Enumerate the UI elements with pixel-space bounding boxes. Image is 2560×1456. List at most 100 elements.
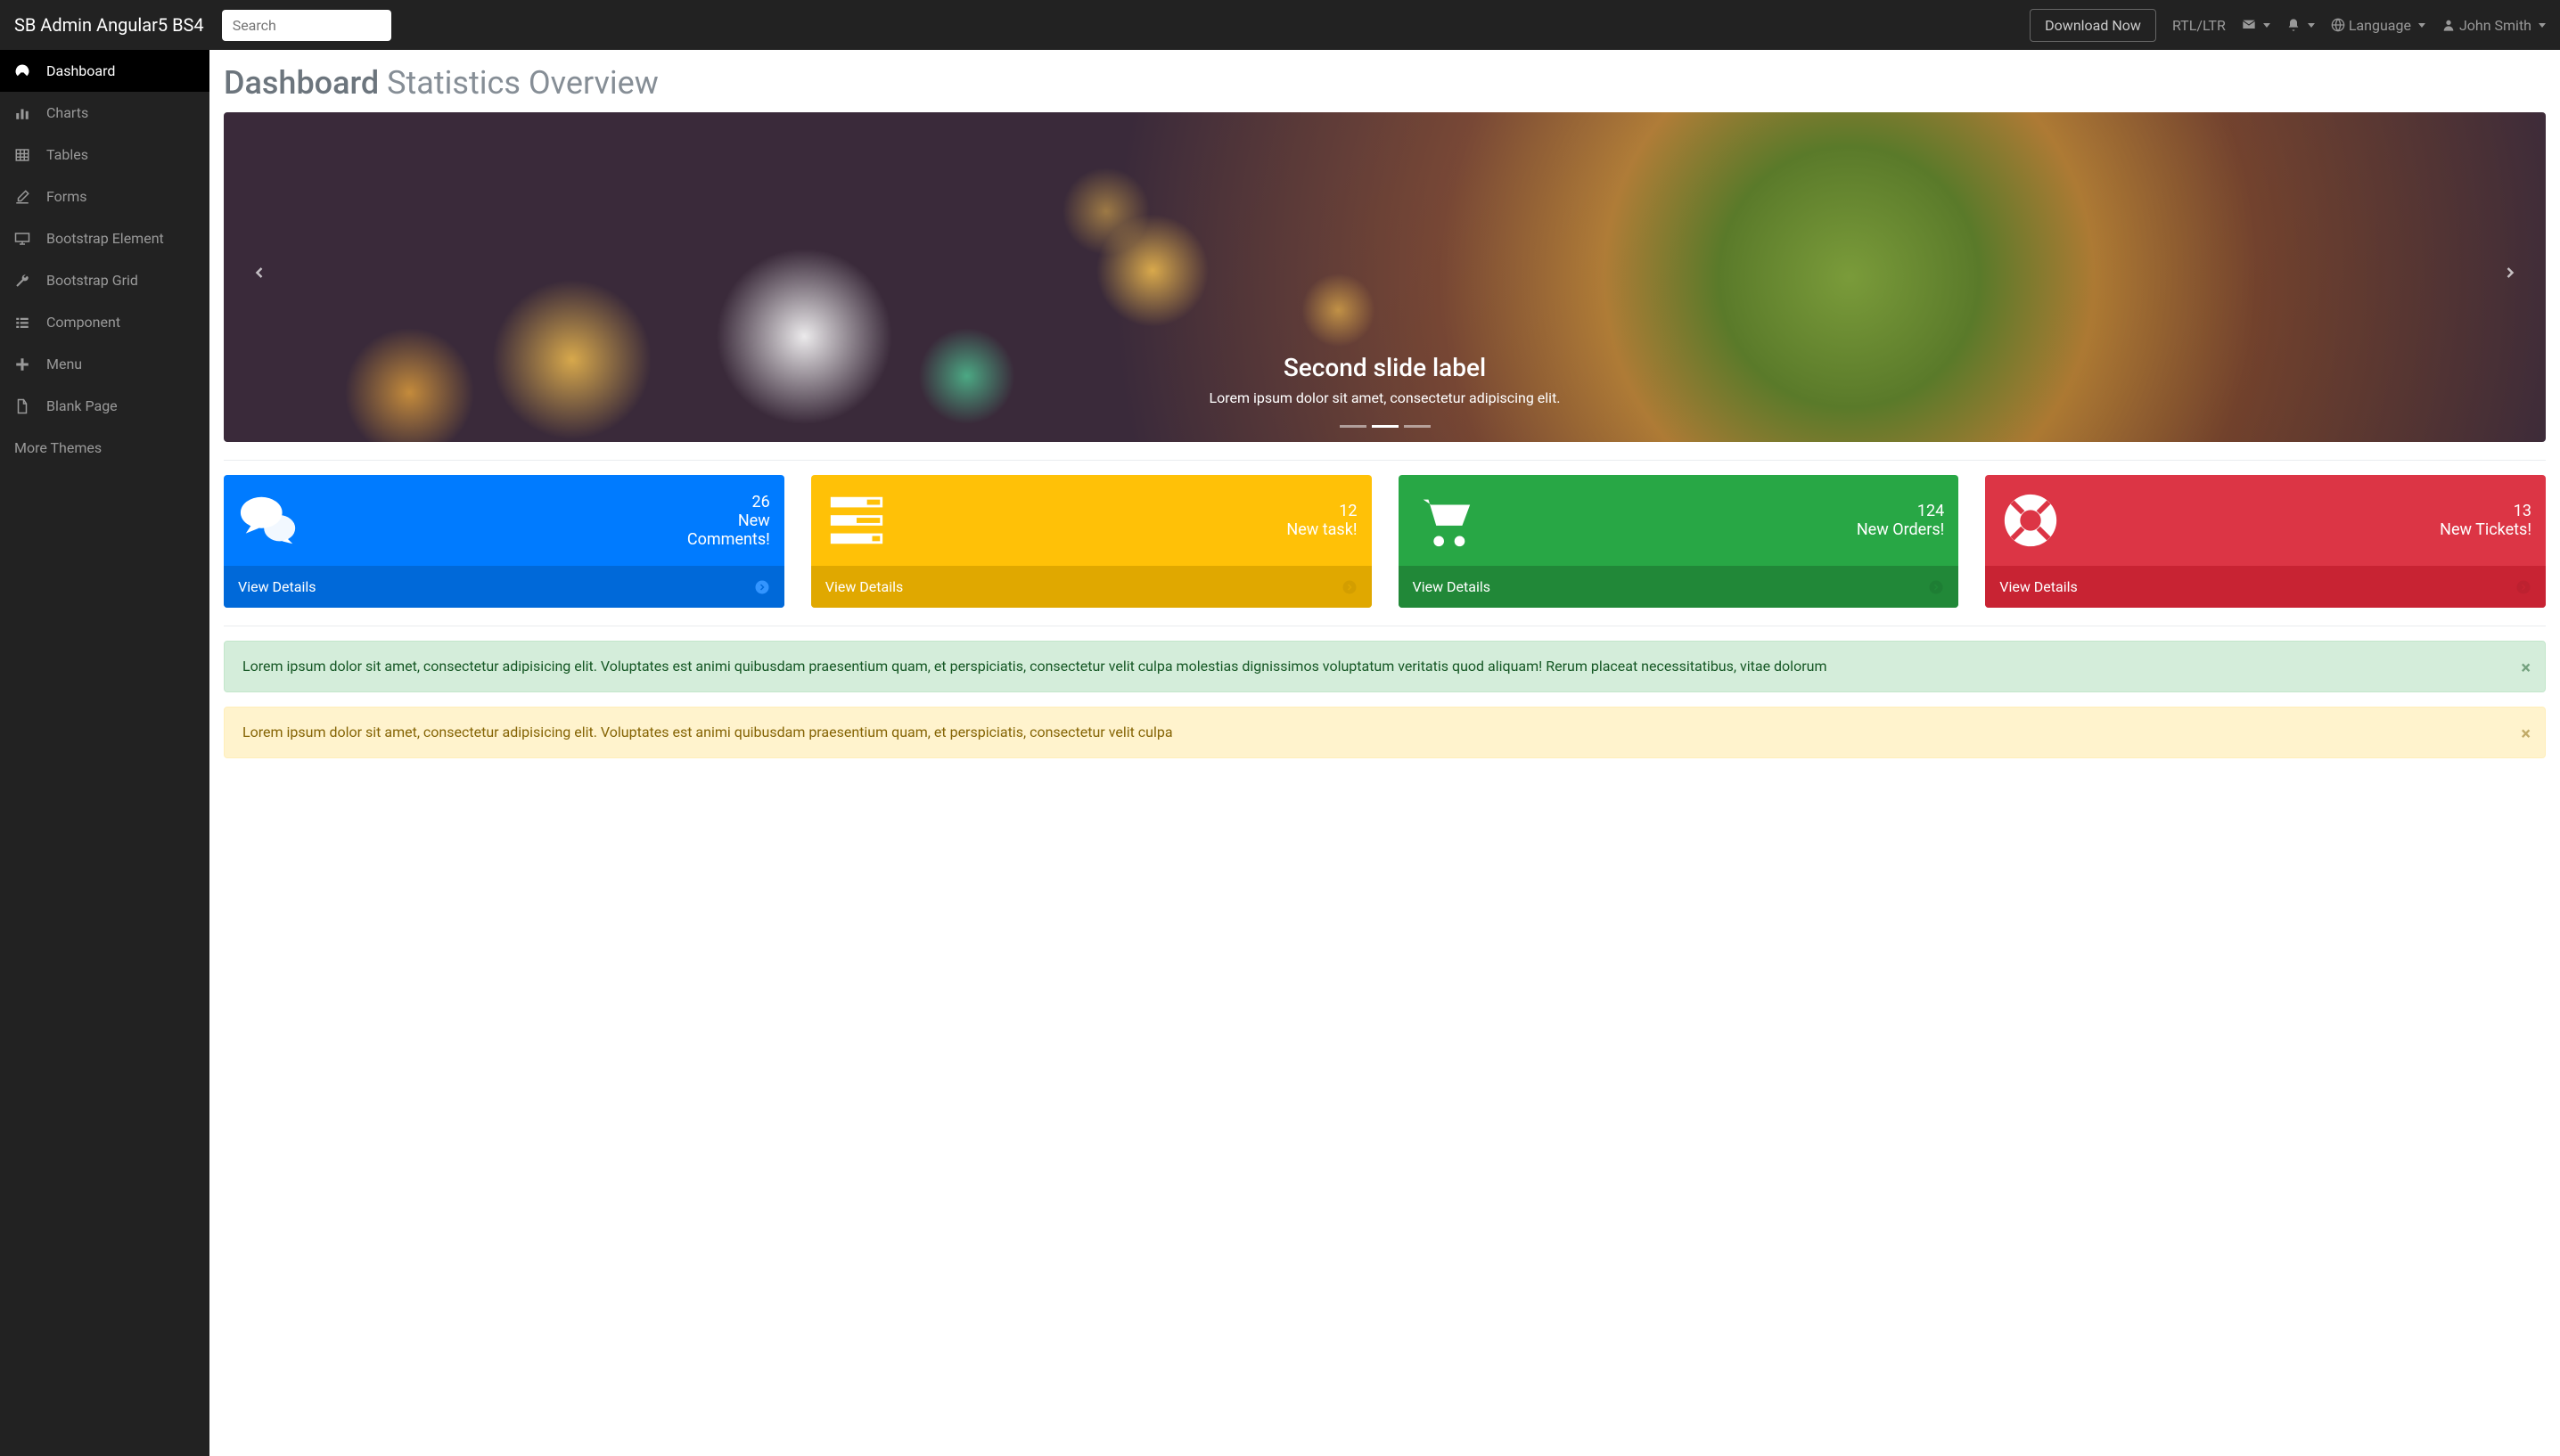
wrench-icon (14, 273, 30, 289)
stat-footer-link[interactable]: View Details (811, 566, 1372, 608)
shopping-cart-icon (1413, 489, 1475, 552)
sidebar-item-charts[interactable]: Charts (0, 92, 209, 134)
stat-text: 12 New task! (1286, 502, 1357, 539)
sidebar-label: Blank Page (46, 397, 118, 414)
plus-icon (14, 356, 30, 372)
layout: Dashboard Charts Tables Forms Bootstrap … (0, 50, 2560, 1456)
caret-icon (2539, 23, 2546, 28)
sidebar-label: Forms (46, 188, 87, 205)
page-title-main: Dashboard (224, 64, 379, 102)
stat-number: 26 (687, 493, 770, 511)
carousel-indicator-1[interactable] (1340, 425, 1366, 428)
chevron-right-icon (2501, 264, 2519, 282)
stat-number: 13 (2440, 502, 2531, 520)
sidebar-item-blank-page[interactable]: Blank Page (0, 385, 209, 427)
carousel-caption: Second slide label Lorem ipsum dolor sit… (1209, 353, 1560, 442)
sidebar-label: Dashboard (46, 62, 115, 79)
sidebar-more-themes[interactable]: More Themes (0, 427, 209, 469)
user-icon (2441, 18, 2456, 32)
arrow-circle-right-icon (1928, 579, 1944, 595)
caret-icon (2263, 23, 2270, 28)
sidebar: Dashboard Charts Tables Forms Bootstrap … (0, 50, 209, 1456)
alert-text: Lorem ipsum dolor sit amet, consectetur … (242, 658, 1826, 675)
sidebar-label: Menu (46, 356, 82, 372)
envelope-icon (2242, 18, 2256, 32)
stat-label: New Orders! (1857, 520, 1944, 539)
bar-chart-icon (14, 105, 30, 121)
list-icon (14, 315, 30, 331)
stat-body: 13 New Tickets! (1985, 475, 2546, 566)
alert-text: Lorem ipsum dolor sit amet, consectetur … (242, 724, 1173, 740)
sidebar-item-tables[interactable]: Tables (0, 134, 209, 176)
chevron-left-icon (250, 264, 268, 282)
stat-body: 26 New Comments! (224, 475, 784, 566)
sidebar-item-bootstrap-element[interactable]: Bootstrap Element (0, 217, 209, 259)
carousel-title: Second slide label (1209, 353, 1560, 382)
caret-icon (2418, 23, 2425, 28)
stat-number: 12 (1286, 502, 1357, 520)
language-label: Language (2349, 17, 2411, 34)
edit-icon (14, 189, 30, 205)
stat-text: 13 New Tickets! (2440, 502, 2531, 539)
file-icon (14, 398, 30, 414)
carousel-indicator-2[interactable] (1372, 425, 1399, 428)
stat-number: 124 (1857, 502, 1944, 520)
sidebar-label: Charts (46, 104, 88, 121)
view-details-label: View Details (1999, 578, 2078, 595)
topbar: SB Admin Angular5 BS4 Download Now RTL/L… (0, 0, 2560, 50)
stat-card-orders: 124 New Orders! View Details (1399, 475, 1959, 608)
search-input[interactable] (222, 10, 391, 41)
alert-close-button[interactable]: × (2521, 720, 2531, 747)
comments-icon (238, 489, 300, 552)
mail-dropdown[interactable] (2242, 18, 2270, 32)
caret-icon (2308, 23, 2315, 28)
divider (224, 460, 2546, 461)
sidebar-label: Tables (46, 146, 88, 163)
arrow-circle-right-icon (754, 579, 770, 595)
sidebar-label: Component (46, 314, 120, 331)
stat-footer-link[interactable]: View Details (1399, 566, 1959, 608)
carousel-indicator-3[interactable] (1404, 425, 1431, 428)
topbar-right: Download Now RTL/LTR Language John Smith (2030, 9, 2546, 42)
sidebar-item-forms[interactable]: Forms (0, 176, 209, 217)
sidebar-label: Bootstrap Grid (46, 272, 138, 289)
carousel: Second slide label Lorem ipsum dolor sit… (224, 112, 2546, 442)
brand[interactable]: SB Admin Angular5 BS4 (14, 14, 204, 36)
alert-close-button[interactable]: × (2521, 654, 2531, 681)
carousel-prev-button[interactable] (250, 264, 268, 290)
arrow-circle-right-icon (1342, 579, 1358, 595)
notifications-dropdown[interactable] (2286, 18, 2315, 32)
stat-label: New task! (1286, 520, 1357, 539)
stat-label: New (687, 511, 770, 530)
user-dropdown[interactable]: John Smith (2441, 17, 2546, 34)
download-button[interactable]: Download Now (2030, 9, 2156, 42)
view-details-label: View Details (1413, 578, 1491, 595)
stat-card-tasks: 12 New task! View Details (811, 475, 1372, 608)
table-icon (14, 147, 30, 163)
desktop-icon (14, 231, 30, 247)
dashboard-icon (14, 63, 30, 79)
arrow-circle-right-icon (2515, 579, 2531, 595)
stat-footer-link[interactable]: View Details (224, 566, 784, 608)
sidebar-item-bootstrap-grid[interactable]: Bootstrap Grid (0, 259, 209, 301)
stat-text: 124 New Orders! (1857, 502, 1944, 539)
alert-warning: Lorem ipsum dolor sit amet, consectetur … (224, 707, 2546, 758)
life-ring-icon (1999, 489, 2062, 552)
sidebar-label: Bootstrap Element (46, 230, 164, 247)
page-subtitle: Statistics Overview (387, 64, 659, 102)
view-details-label: View Details (238, 578, 316, 595)
view-details-label: View Details (825, 578, 904, 595)
stat-card-tickets: 13 New Tickets! View Details (1985, 475, 2546, 608)
carousel-indicators (1340, 425, 1431, 428)
sidebar-item-menu[interactable]: Menu (0, 343, 209, 385)
main-content: Dashboard Statistics Overview Second sli… (209, 50, 2560, 1456)
carousel-next-button[interactable] (2501, 264, 2519, 290)
carousel-text: Lorem ipsum dolor sit amet, consectetur … (1209, 389, 1560, 406)
sidebar-item-dashboard[interactable]: Dashboard (0, 50, 209, 92)
language-dropdown[interactable]: Language (2331, 17, 2425, 34)
stat-footer-link[interactable]: View Details (1985, 566, 2546, 608)
rtl-ltr-toggle[interactable]: RTL/LTR (2172, 17, 2226, 34)
stat-card-comments: 26 New Comments! View Details (224, 475, 784, 608)
sidebar-item-component[interactable]: Component (0, 301, 209, 343)
stats-row: 26 New Comments! View Details 12 New tas… (224, 475, 2546, 608)
